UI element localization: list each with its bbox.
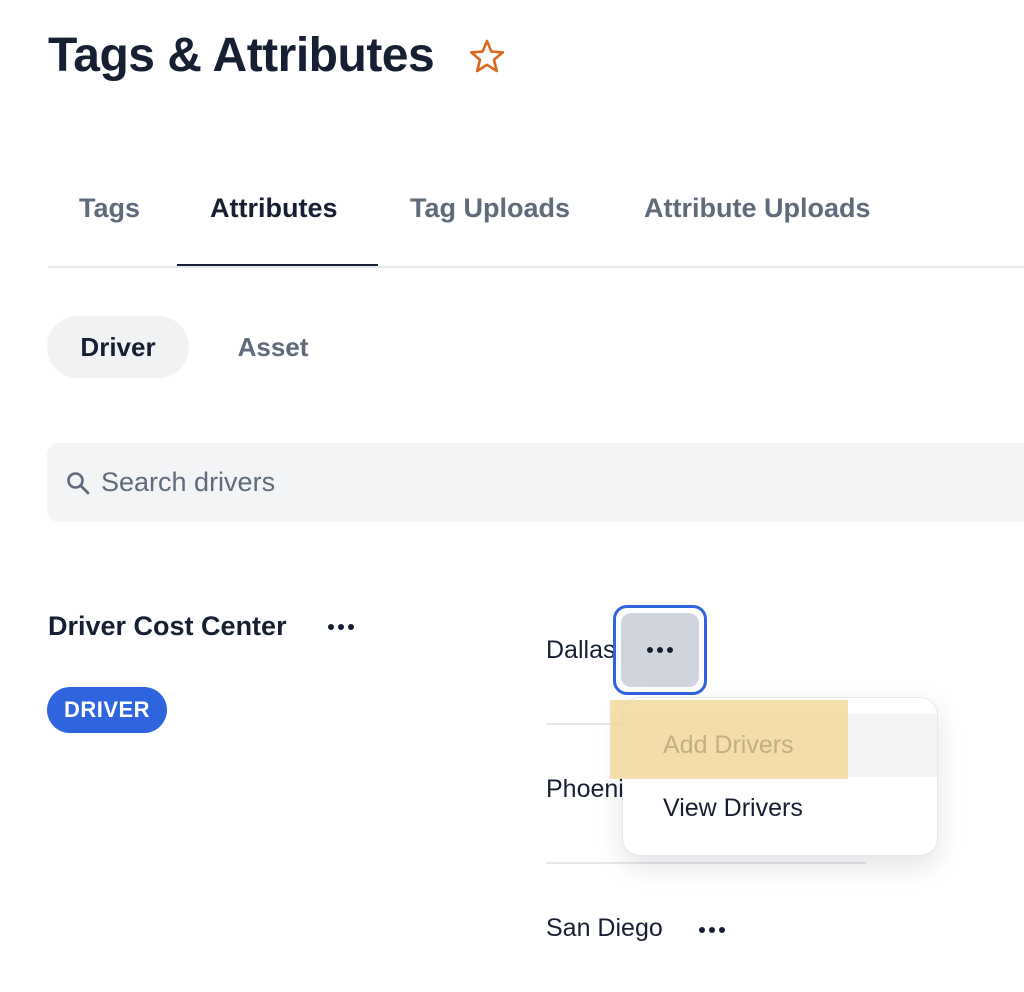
toggle-asset[interactable]: Asset (209, 316, 337, 378)
more-dots-icon[interactable] (621, 613, 699, 687)
value-context-menu: Add Drivers View Drivers (622, 697, 938, 856)
tab-tags[interactable]: Tags (79, 170, 140, 266)
dot (348, 624, 354, 630)
dot (657, 647, 663, 653)
tab-attributes[interactable]: Attributes (210, 170, 338, 266)
toggle-driver[interactable]: Driver (47, 316, 189, 378)
dot (699, 927, 705, 933)
tab-attribute-uploads[interactable]: Attribute Uploads (644, 170, 871, 266)
dot (338, 624, 344, 630)
search-icon (67, 472, 90, 495)
tabs-divider (48, 266, 1024, 268)
dot (647, 647, 653, 653)
page: Tags & Attributes Tags Attributes Tag Up… (0, 0, 1024, 992)
value-dallas: Dallas (546, 636, 616, 664)
search-input[interactable] (101, 443, 1001, 522)
menu-item-view-drivers[interactable]: View Drivers (623, 777, 937, 840)
search-bar (47, 443, 1024, 522)
dot (328, 624, 334, 630)
dot (719, 927, 725, 933)
value-dallas-more-button-focused[interactable] (613, 605, 707, 695)
attribute-more-button[interactable] (325, 615, 357, 639)
star-outline-icon[interactable] (468, 38, 506, 76)
tab-bar: Tags Attributes Tag Uploads Attribute Up… (48, 170, 1024, 268)
dot (709, 927, 715, 933)
value-san-diego: San Diego (546, 914, 663, 942)
driver-badge: DRIVER (47, 687, 167, 733)
attribute-name: Driver Cost Center (48, 611, 287, 641)
dot (667, 647, 673, 653)
tab-tag-uploads[interactable]: Tag Uploads (410, 170, 570, 266)
value-san-diego-more-button[interactable] (696, 918, 728, 942)
menu-item-add-drivers[interactable]: Add Drivers (623, 714, 937, 777)
row-divider (546, 862, 866, 864)
page-title: Tags & Attributes (48, 29, 435, 82)
